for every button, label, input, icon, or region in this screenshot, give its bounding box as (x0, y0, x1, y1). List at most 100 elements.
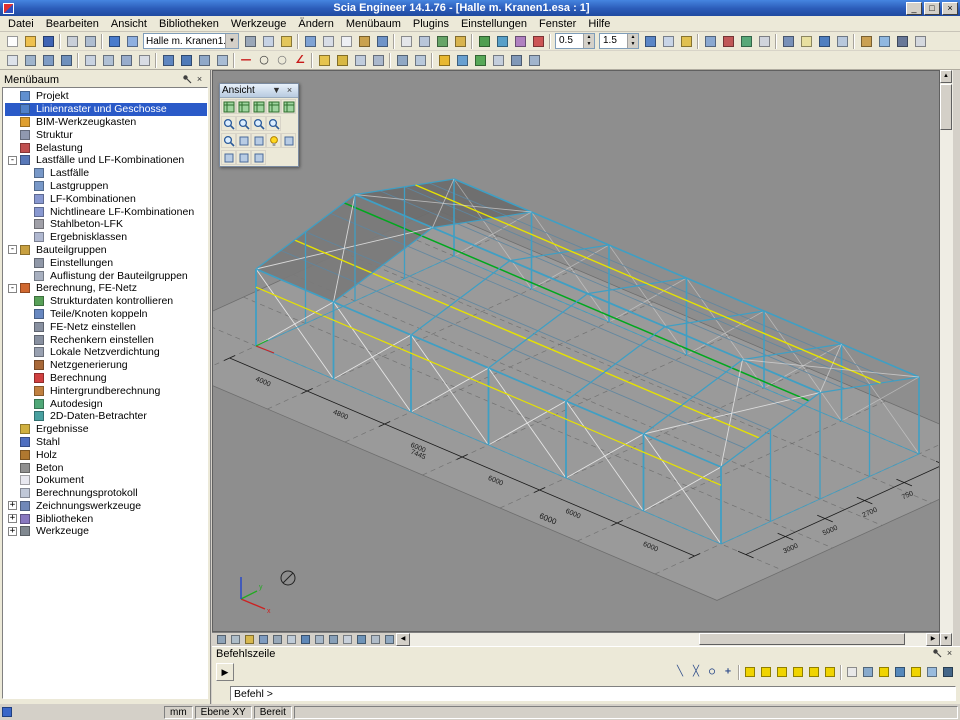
new-file-icon[interactable] (3, 33, 21, 49)
zoom-all-icon[interactable] (266, 116, 281, 131)
sidebar-item-linienraster-und-geschosse[interactable]: Linienraster und Geschosse (5, 103, 207, 116)
node-icon[interactable] (21, 52, 39, 68)
wire-mode-icon[interactable] (251, 133, 266, 148)
hscroll-right-icon[interactable]: ▶ (926, 633, 940, 646)
panel-close-icon[interactable]: × (193, 74, 206, 86)
command-panel-close-icon[interactable]: × (943, 648, 956, 660)
vscroll-down-icon[interactable]: ▼ (940, 633, 952, 646)
red-line-icon[interactable]: — (237, 52, 255, 68)
table-icon[interactable] (489, 52, 507, 68)
sidebar-item-berechnung[interactable]: Berechnung (5, 372, 207, 385)
plane-tool-icon[interactable] (99, 52, 117, 68)
snap-endpoint-icon[interactable] (758, 665, 774, 680)
pin-icon[interactable] (180, 74, 193, 86)
sidebar-item-dokument[interactable]: Dokument (5, 474, 207, 487)
sidebar-item-lastf-lle[interactable]: Lastfälle (5, 167, 207, 180)
snap-point-icon[interactable]: + (720, 665, 736, 680)
filter-icon[interactable] (415, 33, 433, 49)
document-icon[interactable] (337, 33, 355, 49)
minimize-icon[interactable]: _ (906, 2, 922, 15)
render-icon[interactable] (737, 33, 755, 49)
snap-tangent-icon[interactable] (844, 665, 860, 680)
sidebar-item-fe-netz-einstellen[interactable]: FE-Netz einstellen (5, 320, 207, 333)
sidebar-item-teile-knoten-koppeln[interactable]: Teile/Knoten koppeln (5, 308, 207, 321)
hscroll-thumb[interactable] (699, 633, 905, 645)
zoom-prev-icon[interactable] (659, 33, 677, 49)
menu-werkzeuge[interactable]: Werkzeuge (225, 17, 292, 31)
sidebar-item-bim-werkzeugkasten[interactable]: BIM-Werkzeugkasten (5, 116, 207, 129)
select-icon[interactable] (397, 33, 415, 49)
cut-icon[interactable] (241, 33, 259, 49)
slab-tool-icon[interactable] (195, 52, 213, 68)
status-plane[interactable]: Ebene XY (195, 706, 252, 719)
light-bulb-icon[interactable] (266, 133, 281, 148)
sidebar-item-bibliotheken[interactable]: +Bibliotheken (5, 512, 207, 525)
menu-bearbeiten[interactable]: Bearbeiten (40, 17, 105, 31)
sidebar-item-holz[interactable]: Holz (5, 448, 207, 461)
selection-filter-icon[interactable] (368, 634, 382, 646)
menu-datei[interactable]: Datei (2, 17, 40, 31)
grid-snap-icon[interactable] (312, 634, 326, 646)
table-input-icon[interactable] (301, 33, 319, 49)
help-tool-icon[interactable] (911, 33, 929, 49)
sidebar-item-lastf-lle-und-lf-kombinationen[interactable]: -Lastfälle und LF-Kombinationen (5, 154, 207, 167)
layer-select-icon[interactable] (242, 634, 256, 646)
sidebar-item-autodesign[interactable]: Autodesign (5, 397, 207, 410)
beam-tool-icon[interactable] (159, 52, 177, 68)
sidebar-item-projekt[interactable]: Projekt (5, 90, 207, 103)
paste-special-icon[interactable] (315, 52, 333, 68)
redo-icon[interactable] (123, 33, 141, 49)
shade-icon[interactable] (755, 33, 773, 49)
angle-tool-icon[interactable]: ∠ (291, 52, 309, 68)
snap-free-icon[interactable]: ╲ (672, 665, 688, 680)
sidebar-item-rechenkern-einstellen[interactable]: Rechenkern einstellen (5, 333, 207, 346)
snap-cross-icon[interactable]: ╳ (688, 665, 704, 680)
zoom-extents-icon[interactable] (641, 33, 659, 49)
snap-intersection-icon[interactable] (806, 665, 822, 680)
sidebar-item-stahl[interactable]: Stahl (5, 436, 207, 449)
coord-sys-icon[interactable] (214, 634, 228, 646)
expand-icon[interactable]: + (8, 501, 17, 510)
view-back-icon[interactable] (281, 99, 296, 114)
view-lock-icon[interactable] (382, 634, 396, 646)
print-preview-icon[interactable] (81, 33, 99, 49)
import-icon[interactable] (525, 52, 543, 68)
calculator-icon[interactable] (319, 33, 337, 49)
sidebar-item-auflistung-der-bauteilgruppen[interactable]: Auflistung der Bauteilgruppen (5, 269, 207, 282)
polyline-icon[interactable] (57, 52, 75, 68)
collapse-icon[interactable]: - (8, 245, 17, 254)
expand-icon[interactable]: + (8, 514, 17, 523)
menu-men-baum[interactable]: Menübaum (340, 17, 407, 31)
project-file-combo[interactable]: Halle m. Kranen1.esa ▼ (143, 33, 239, 49)
zoom-window-icon[interactable] (251, 116, 266, 131)
named-view-icon[interactable] (677, 33, 695, 49)
sidebar-item-lf-kombinationen[interactable]: LF-Kombinationen (5, 192, 207, 205)
collapse-icon[interactable]: - (8, 156, 17, 165)
snap-ortho-icon[interactable] (790, 665, 806, 680)
arc-tool-icon[interactable]: ○ (273, 52, 291, 68)
wall-tool-icon[interactable] (213, 52, 231, 68)
sidebar-item-lokale-netzverdichtung[interactable]: Lokale Netzverdichtung (5, 346, 207, 359)
sidebar-item-lastgruppen[interactable]: Lastgruppen (5, 180, 207, 193)
plane-xy-icon[interactable] (256, 634, 270, 646)
render-mode-icon[interactable] (493, 33, 511, 49)
menu-fenster[interactable]: Fenster (533, 17, 582, 31)
copy-icon[interactable] (259, 33, 277, 49)
snap-line-ext-icon[interactable] (892, 665, 908, 680)
menu-ansicht[interactable]: Ansicht (105, 17, 153, 31)
plane-yz-icon[interactable] (284, 634, 298, 646)
vertical-scrollbar[interactable]: ▲ ▼ (940, 70, 953, 646)
regen-icon[interactable] (875, 33, 893, 49)
move-tool-icon[interactable] (351, 52, 369, 68)
snap-midpoint-icon[interactable] (742, 665, 758, 680)
menu-ndern[interactable]: Ändern (292, 17, 339, 31)
model-viewport[interactable]: 4000480060006000600060003000500027007505… (212, 70, 940, 632)
labels-toggle-icon[interactable] (797, 33, 815, 49)
zoom-in-icon[interactable] (221, 116, 236, 131)
supports-toggle-icon[interactable] (815, 33, 833, 49)
collapse-icon[interactable]: - (8, 284, 17, 293)
horizontal-scrollbar[interactable] (410, 633, 926, 646)
sidebar-item-werkzeuge[interactable]: +Werkzeuge (5, 525, 207, 538)
combo-dropdown-icon[interactable]: ▼ (225, 34, 238, 48)
palette-dropdown-icon[interactable]: ▼ (270, 85, 283, 97)
